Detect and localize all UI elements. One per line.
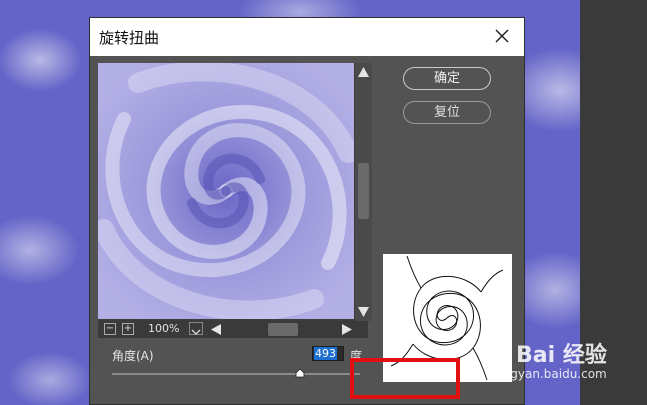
reset-button[interactable]: 复位 — [403, 101, 491, 124]
chevron-down-icon[interactable] — [189, 322, 203, 335]
arrow-down-icon[interactable] — [357, 306, 370, 318]
baidu-watermark: Bai 经验 jingyan.baidu.com — [496, 337, 646, 387]
swirl-preview-image[interactable] — [98, 63, 354, 319]
angle-slider-thumb[interactable] — [295, 368, 305, 378]
horizontal-scroll-thumb[interactable] — [268, 323, 298, 336]
preview-zoom-bar: − + 100% — [98, 321, 368, 338]
angle-label: 角度(A) — [112, 349, 154, 363]
zoom-level: 100% — [148, 322, 180, 335]
close-icon[interactable] — [492, 26, 512, 46]
preview-vertical-scrollbar[interactable] — [355, 63, 372, 321]
twirl-filter-dialog: 旋转扭曲 − + 100% 确定 复位 角度(A) 493 度 — [89, 17, 525, 405]
arrow-right-icon[interactable] — [341, 323, 353, 336]
dialog-titlebar: 旋转扭曲 — [90, 18, 524, 56]
watermark-url: jingyan.baidu.com — [496, 367, 607, 381]
ok-button[interactable]: 确定 — [403, 67, 491, 90]
filter-preview-panel: − + 100% — [98, 63, 372, 338]
dialog-title: 旋转扭曲 — [99, 29, 160, 47]
angle-slider-track[interactable] — [112, 373, 360, 375]
watermark-logo-text: Bai 经验 — [516, 343, 607, 368]
arrow-up-icon[interactable] — [357, 66, 370, 78]
angle-value: 493 — [314, 347, 337, 360]
vertical-scroll-thumb[interactable] — [358, 163, 369, 219]
plus-icon[interactable]: + — [122, 323, 134, 335]
angle-input[interactable]: 493 — [312, 346, 344, 361]
angle-highlight-annotation — [350, 358, 460, 399]
arrow-left-icon[interactable] — [210, 323, 222, 336]
minus-icon[interactable]: − — [104, 323, 116, 335]
